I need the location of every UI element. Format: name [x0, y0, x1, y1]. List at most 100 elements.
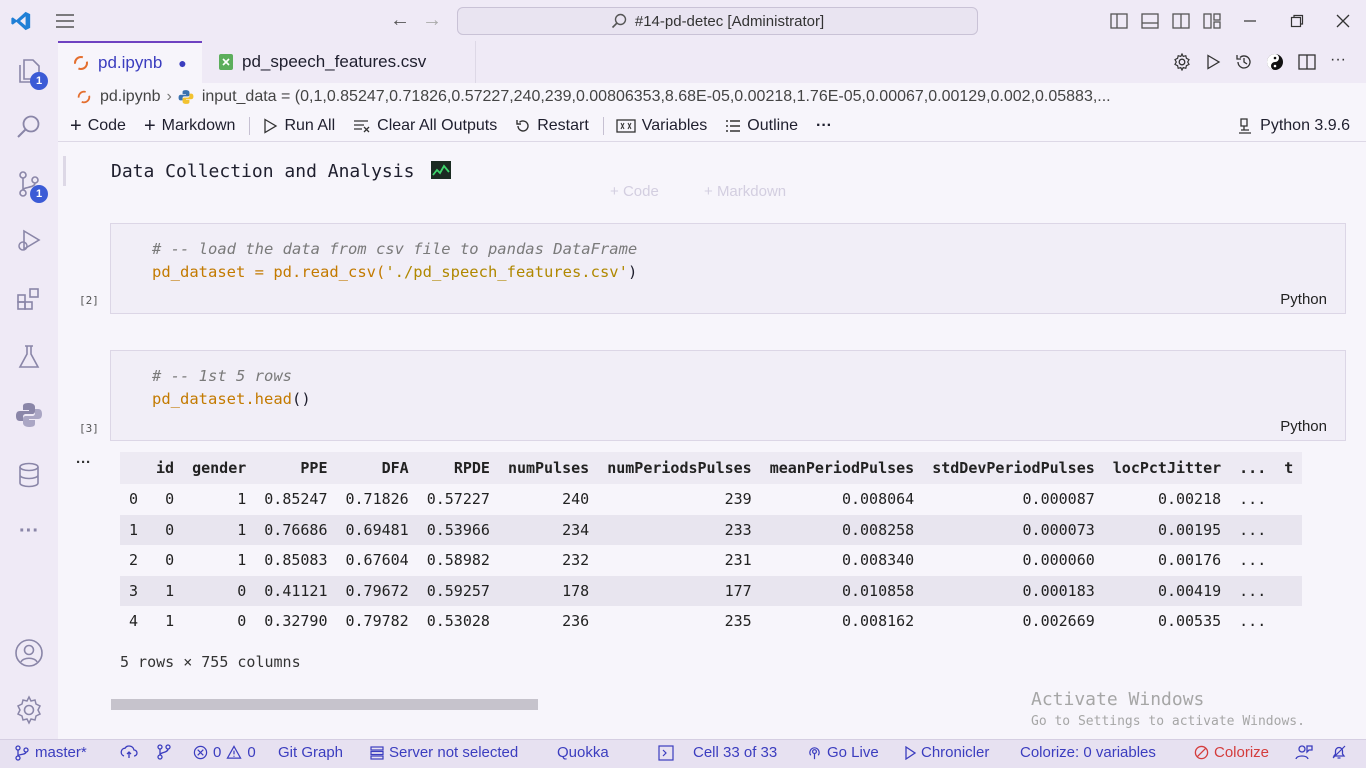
- plus-icon: +: [143, 115, 156, 137]
- close-window-icon[interactable]: [1333, 11, 1353, 31]
- kernel-icon: [1236, 117, 1254, 135]
- variables-button[interactable]: Variables: [616, 117, 707, 135]
- table-header: PPE: [255, 452, 337, 484]
- notebook-cell-status[interactable]: Cell 33 of 33: [658, 744, 777, 761]
- toggle-secondary-sidebar-icon[interactable]: [1171, 11, 1191, 31]
- run-debug-icon[interactable]: [13, 224, 45, 256]
- gear-icon[interactable]: [1172, 52, 1192, 72]
- python-icon[interactable]: [13, 399, 45, 431]
- chronicler-label: Chronicler: [921, 744, 990, 761]
- toggle-primary-sidebar-icon[interactable]: [1109, 11, 1129, 31]
- colorize-status[interactable]: Colorize: [1194, 744, 1269, 761]
- server-label: Server not selected: [389, 744, 519, 761]
- run-icon[interactable]: [1203, 52, 1223, 72]
- outline-list-icon: [725, 119, 741, 133]
- row-index: 4: [129, 612, 139, 631]
- table-cell: ...: [1230, 575, 1276, 606]
- table-row: 4 1 0 0.32790 0.79782 0.53028 236 235 0.008162 0.…: [120, 606, 1302, 637]
- row-index: 1: [120, 514, 148, 545]
- add-markdown-button[interactable]: + Markdown: [143, 115, 236, 137]
- kernel-picker[interactable]: Python 3.9.6: [1236, 117, 1350, 135]
- accounts-icon[interactable]: [13, 637, 45, 669]
- toolbar-more-icon[interactable]: ···: [816, 117, 832, 135]
- table-cell: 1: [165, 612, 175, 631]
- split-editor-icon[interactable]: [1297, 52, 1317, 72]
- git-graph-status[interactable]: Git Graph: [278, 744, 343, 761]
- clear-outputs-label: Clear All Outputs: [377, 117, 498, 134]
- cell-language-label[interactable]: Python: [1280, 291, 1327, 308]
- quokka-status[interactable]: Quokka: [557, 744, 609, 761]
- table-cell: 0: [237, 612, 247, 631]
- code-cell[interactable]: # -- load the data from csv file to pand…: [110, 223, 1346, 314]
- search-icon[interactable]: [13, 111, 45, 143]
- code-editor[interactable]: # -- load the data from csv file to pand…: [152, 238, 637, 284]
- cell-language-label[interactable]: Python: [1280, 418, 1327, 435]
- database-icon[interactable]: [13, 459, 45, 491]
- status-bar: master* 0 0 Git Graph Server not selecte…: [0, 739, 1366, 768]
- branch-status[interactable]: master*: [14, 744, 87, 761]
- cell-position-label: Cell 33 of 33: [693, 744, 778, 761]
- python-icon: [178, 89, 194, 105]
- table-cell: 0.00176: [1157, 551, 1222, 570]
- more-actions-icon[interactable]: ···: [1328, 50, 1348, 70]
- tab-pd-speech-features-csv[interactable]: pd_speech_features.csv: [204, 41, 476, 83]
- breadcrumb-symbol[interactable]: input_data = (0,1,0.85247,0.71826,0.5722…: [202, 88, 1111, 106]
- go-live-status[interactable]: Go Live: [807, 744, 879, 761]
- clear-all-outputs-button[interactable]: Clear All Outputs: [353, 117, 497, 135]
- extensions-icon[interactable]: [13, 283, 45, 315]
- problems-status[interactable]: 0 0: [193, 744, 256, 761]
- warning-count: 0: [247, 744, 256, 761]
- source-control-icon[interactable]: 1: [13, 168, 48, 203]
- table-cell: 0.000087: [1022, 490, 1095, 509]
- table-cell: 0.00535: [1157, 612, 1222, 631]
- command-center-search[interactable]: #14-pd-detec [Administrator]: [457, 7, 978, 35]
- add-code-button[interactable]: + Code: [70, 116, 126, 136]
- explorer-badge: 1: [30, 72, 48, 90]
- sync-icon[interactable]: [120, 744, 138, 760]
- error-icon: [193, 745, 208, 760]
- output-more-actions-icon[interactable]: ···: [76, 454, 91, 471]
- table-cell: 0.59257: [417, 575, 499, 606]
- colorize-variables-status[interactable]: Colorize: 0 variables: [1020, 744, 1156, 761]
- markdown-heading[interactable]: Data Collection and Analysis: [111, 161, 452, 182]
- back-arrow-icon[interactable]: ←: [390, 9, 410, 31]
- code-editor[interactable]: # -- 1st 5 rows pd_dataset.head(): [152, 365, 311, 411]
- restore-icon[interactable]: [1287, 11, 1307, 31]
- settings-gear-icon[interactable]: [13, 694, 45, 726]
- run-all-button[interactable]: Run All: [262, 117, 335, 135]
- tab-pd-ipynb[interactable]: pd.ipynb ●: [58, 41, 202, 83]
- add-markdown-between-button[interactable]: + Markdown: [704, 183, 786, 200]
- run-all-icon: [262, 118, 278, 134]
- notifications-bell-icon[interactable]: [1331, 744, 1347, 760]
- unsaved-dot-icon[interactable]: ●: [178, 55, 186, 71]
- outline-button[interactable]: Outline: [725, 117, 798, 135]
- restart-button[interactable]: Restart: [515, 117, 589, 135]
- forward-arrow-icon[interactable]: →: [422, 9, 442, 31]
- more-views-icon[interactable]: ···: [13, 515, 45, 547]
- execution-count: [2]: [79, 294, 99, 307]
- table-cell: 0.67604: [345, 551, 409, 570]
- yin-yang-icon[interactable]: [1265, 52, 1285, 72]
- table-cell: 0.57227: [426, 490, 490, 509]
- table-header: numPeriodsPulses: [598, 452, 761, 484]
- server-icon: [370, 745, 384, 760]
- timeline-history-icon[interactable]: [1234, 52, 1254, 72]
- menu-icon[interactable]: [54, 12, 76, 30]
- chronicler-status[interactable]: Chronicler: [904, 744, 989, 761]
- server-status[interactable]: Server not selected: [370, 744, 518, 761]
- feedback-icon[interactable]: [1295, 744, 1313, 760]
- horizontal-scrollbar[interactable]: [111, 699, 538, 710]
- table-header-row: id gender PPE DFA RPDE numPulses numPeri…: [120, 452, 1303, 484]
- code-cell[interactable]: # -- 1st 5 rows pd_dataset.head() Python: [110, 350, 1346, 441]
- code-comment: # -- 1st 5 rows: [152, 367, 292, 385]
- outline-label: Outline: [747, 117, 798, 134]
- toggle-panel-icon[interactable]: [1140, 11, 1160, 31]
- minimize-icon[interactable]: [1240, 11, 1260, 31]
- explorer-icon[interactable]: 1: [13, 55, 48, 90]
- customize-layout-icon[interactable]: [1202, 11, 1222, 31]
- add-code-between-button[interactable]: + Code: [610, 183, 659, 200]
- add-markdown-label: Markdown: [161, 117, 236, 134]
- source-control-graph-icon[interactable]: [156, 744, 172, 760]
- testing-flask-icon[interactable]: [13, 341, 45, 373]
- breadcrumb-file[interactable]: pd.ipynb: [100, 88, 161, 106]
